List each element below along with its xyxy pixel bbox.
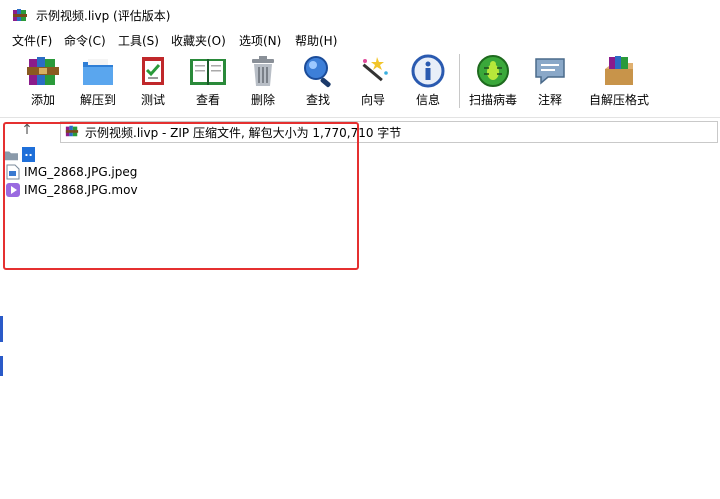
add-button[interactable]: 添加: [15, 50, 71, 114]
comment-icon: [535, 58, 565, 85]
magnifier-icon: [304, 56, 331, 88]
left-edge-mark: [0, 316, 3, 342]
archive-books-icon: [27, 57, 59, 85]
left-edge-mark: [0, 356, 3, 376]
sfx-button[interactable]: 自解压格式: [585, 50, 653, 114]
box-icon: [605, 56, 633, 85]
toolbar-separator: [459, 54, 460, 108]
title-bar: 示例视频.livp (评估版本): [0, 0, 720, 30]
menu-bar: 文件(F) 命令(C) 工具(S) 收藏夹(O) 选项(N) 帮助(H): [0, 30, 720, 50]
magic-wand-icon: [362, 57, 388, 82]
view-button[interactable]: 查看: [180, 50, 236, 114]
menu-help[interactable]: 帮助(H): [294, 32, 338, 49]
comment-button[interactable]: 注释: [522, 50, 578, 114]
menu-file[interactable]: 文件(F): [11, 32, 53, 49]
winrar-books-icon: [13, 9, 27, 21]
menu-tools[interactable]: 工具(S): [117, 32, 160, 49]
menu-commands[interactable]: 命令(C): [63, 32, 107, 49]
delete-button[interactable]: 删除: [235, 50, 291, 114]
bug-icon: [477, 55, 509, 87]
highlight-box: [3, 122, 359, 270]
menu-options[interactable]: 选项(N): [238, 32, 282, 49]
checklist-icon: [142, 57, 164, 85]
menu-favorites[interactable]: 收藏夹(O): [170, 32, 227, 49]
window-title: 示例视频.livp (评估版本): [36, 9, 171, 23]
test-button[interactable]: 测试: [125, 50, 181, 114]
extract-to-button[interactable]: 解压到: [70, 50, 126, 114]
find-button[interactable]: 查找: [290, 50, 346, 114]
open-book-icon: [190, 59, 226, 85]
folder-icon: [83, 59, 113, 85]
info-button[interactable]: 信息: [400, 50, 456, 114]
toolbar: 添加 解压到 测试 查看 删除 查找 向导 信息 扫描病毒 注释 自解压格式: [0, 50, 720, 116]
trash-icon: [252, 56, 274, 86]
scan-virus-button[interactable]: 扫描病毒: [465, 50, 521, 114]
wizard-button[interactable]: 向导: [345, 50, 401, 114]
info-icon: [411, 54, 445, 88]
